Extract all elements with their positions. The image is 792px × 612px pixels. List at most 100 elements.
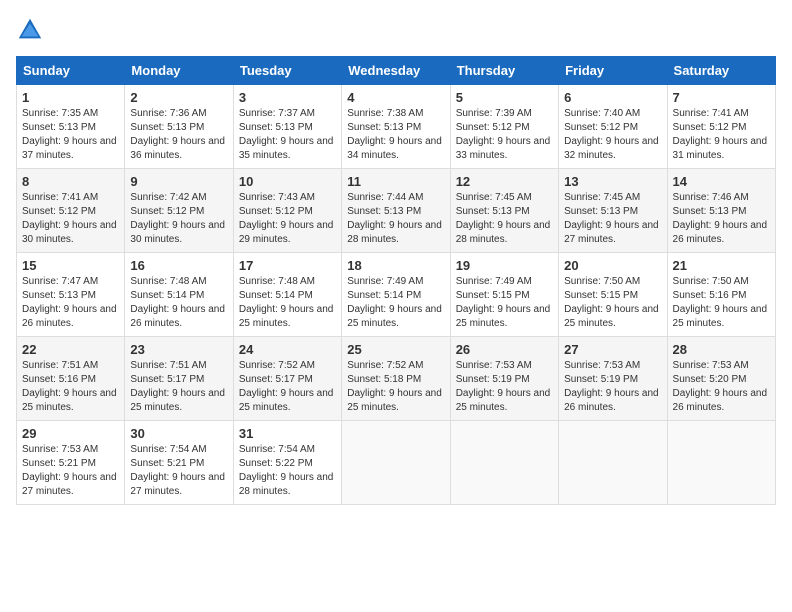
week-row: 8 Sunrise: 7:41 AM Sunset: 5:12 PM Daylig… [17, 169, 776, 253]
day-cell: 29 Sunrise: 7:53 AM Sunset: 5:21 PM Dayli… [17, 421, 125, 505]
logo [16, 16, 48, 44]
day-cell: 20 Sunrise: 7:50 AM Sunset: 5:15 PM Dayli… [559, 253, 667, 337]
day-info: Sunrise: 7:42 AM Sunset: 5:12 PM Dayligh… [130, 191, 227, 247]
day-cell: 5Sunrise: 7:39 AM Sunset: 5:12 PM Daylig… [450, 85, 558, 169]
day-cell: 26 Sunrise: 7:53 AM Sunset: 5:19 PM Dayli… [450, 337, 558, 421]
day-info: Sunrise: 7:53 AM Sunset: 5:20 PM Dayligh… [673, 359, 770, 415]
day-cell: 16 Sunrise: 7:48 AM Sunset: 5:14 PM Dayli… [125, 253, 233, 337]
day-info: Sunrise: 7:48 AM Sunset: 5:14 PM Dayligh… [239, 275, 336, 331]
day-number: 26 [456, 342, 553, 357]
day-cell: 11 Sunrise: 7:44 AM Sunset: 5:13 PM Dayli… [342, 169, 450, 253]
day-info: Sunrise: 7:54 AM Sunset: 5:22 PM Dayligh… [239, 443, 336, 499]
day-info: Sunrise: 7:37 AM Sunset: 5:13 PM Dayligh… [239, 107, 336, 163]
day-info: Sunrise: 7:40 AM Sunset: 5:12 PM Dayligh… [564, 107, 661, 163]
day-number: 31 [239, 426, 336, 441]
weekday-header: Saturday [667, 57, 775, 85]
day-number: 8 [22, 174, 119, 189]
day-info: Sunrise: 7:50 AM Sunset: 5:16 PM Dayligh… [673, 275, 770, 331]
day-info: Sunrise: 7:53 AM Sunset: 5:19 PM Dayligh… [456, 359, 553, 415]
page-header [16, 16, 776, 44]
day-number: 1 [22, 90, 119, 105]
day-cell: 1 Sunrise: 7:35 AM Sunset: 5:13 PM Daylig… [17, 85, 125, 169]
day-number: 22 [22, 342, 119, 357]
weekday-header: Monday [125, 57, 233, 85]
day-cell: 18 Sunrise: 7:49 AM Sunset: 5:14 PM Dayli… [342, 253, 450, 337]
day-cell [667, 421, 775, 505]
day-info: Sunrise: 7:44 AM Sunset: 5:13 PM Dayligh… [347, 191, 444, 247]
day-number: 30 [130, 426, 227, 441]
day-number: 10 [239, 174, 336, 189]
day-number: 20 [564, 258, 661, 273]
day-cell: 28 Sunrise: 7:53 AM Sunset: 5:20 PM Dayli… [667, 337, 775, 421]
day-number: 18 [347, 258, 444, 273]
day-number: 6 [564, 90, 661, 105]
day-number: 17 [239, 258, 336, 273]
day-number: 15 [22, 258, 119, 273]
day-cell [342, 421, 450, 505]
day-cell: 8 Sunrise: 7:41 AM Sunset: 5:12 PM Daylig… [17, 169, 125, 253]
weekday-header-row: SundayMondayTuesdayWednesdayThursdayFrid… [17, 57, 776, 85]
day-info: Sunrise: 7:51 AM Sunset: 5:16 PM Dayligh… [22, 359, 119, 415]
day-number: 3 [239, 90, 336, 105]
day-cell: 21 Sunrise: 7:50 AM Sunset: 5:16 PM Dayli… [667, 253, 775, 337]
day-info: Sunrise: 7:53 AM Sunset: 5:19 PM Dayligh… [564, 359, 661, 415]
day-cell: 4Sunrise: 7:38 AM Sunset: 5:13 PM Daylig… [342, 85, 450, 169]
day-number: 13 [564, 174, 661, 189]
day-number: 21 [673, 258, 770, 273]
day-number: 16 [130, 258, 227, 273]
week-row: 29 Sunrise: 7:53 AM Sunset: 5:21 PM Dayli… [17, 421, 776, 505]
day-info: Sunrise: 7:50 AM Sunset: 5:15 PM Dayligh… [564, 275, 661, 331]
week-row: 1 Sunrise: 7:35 AM Sunset: 5:13 PM Daylig… [17, 85, 776, 169]
day-cell: 6 Sunrise: 7:40 AM Sunset: 5:12 PM Daylig… [559, 85, 667, 169]
day-number: 23 [130, 342, 227, 357]
day-info: Sunrise: 7:36 AM Sunset: 5:13 PM Dayligh… [130, 107, 227, 163]
day-cell: 24Sunrise: 7:52 AM Sunset: 5:17 PM Dayli… [233, 337, 341, 421]
day-info: Sunrise: 7:41 AM Sunset: 5:12 PM Dayligh… [22, 191, 119, 247]
weekday-header: Friday [559, 57, 667, 85]
day-number: 27 [564, 342, 661, 357]
day-cell: 22 Sunrise: 7:51 AM Sunset: 5:16 PM Dayli… [17, 337, 125, 421]
week-row: 15Sunrise: 7:47 AM Sunset: 5:13 PM Dayli… [17, 253, 776, 337]
logo-icon [16, 16, 44, 44]
day-cell: 25 Sunrise: 7:52 AM Sunset: 5:18 PM Dayli… [342, 337, 450, 421]
day-info: Sunrise: 7:35 AM Sunset: 5:13 PM Dayligh… [22, 107, 119, 163]
day-number: 25 [347, 342, 444, 357]
day-cell: 13Sunrise: 7:45 AM Sunset: 5:13 PM Dayli… [559, 169, 667, 253]
day-info: Sunrise: 7:51 AM Sunset: 5:17 PM Dayligh… [130, 359, 227, 415]
day-number: 12 [456, 174, 553, 189]
day-info: Sunrise: 7:43 AM Sunset: 5:12 PM Dayligh… [239, 191, 336, 247]
day-cell: 17 Sunrise: 7:48 AM Sunset: 5:14 PM Dayli… [233, 253, 341, 337]
day-number: 2 [130, 90, 227, 105]
day-cell: 12 Sunrise: 7:45 AM Sunset: 5:13 PM Dayli… [450, 169, 558, 253]
day-info: Sunrise: 7:54 AM Sunset: 5:21 PM Dayligh… [130, 443, 227, 499]
day-number: 14 [673, 174, 770, 189]
day-cell: 9 Sunrise: 7:42 AM Sunset: 5:12 PM Daylig… [125, 169, 233, 253]
day-number: 7 [673, 90, 770, 105]
day-number: 5 [456, 90, 553, 105]
day-number: 9 [130, 174, 227, 189]
day-info: Sunrise: 7:52 AM Sunset: 5:17 PM Dayligh… [239, 359, 336, 415]
weekday-header: Tuesday [233, 57, 341, 85]
day-cell: 7Sunrise: 7:41 AM Sunset: 5:12 PM Daylig… [667, 85, 775, 169]
day-number: 28 [673, 342, 770, 357]
day-info: Sunrise: 7:45 AM Sunset: 5:13 PM Dayligh… [456, 191, 553, 247]
day-cell: 27 Sunrise: 7:53 AM Sunset: 5:19 PM Dayli… [559, 337, 667, 421]
day-cell: 31 Sunrise: 7:54 AM Sunset: 5:22 PM Dayli… [233, 421, 341, 505]
day-info: Sunrise: 7:52 AM Sunset: 5:18 PM Dayligh… [347, 359, 444, 415]
day-info: Sunrise: 7:49 AM Sunset: 5:14 PM Dayligh… [347, 275, 444, 331]
day-cell: 10 Sunrise: 7:43 AM Sunset: 5:12 PM Dayli… [233, 169, 341, 253]
day-number: 11 [347, 174, 444, 189]
day-info: Sunrise: 7:53 AM Sunset: 5:21 PM Dayligh… [22, 443, 119, 499]
day-info: Sunrise: 7:48 AM Sunset: 5:14 PM Dayligh… [130, 275, 227, 331]
day-cell [450, 421, 558, 505]
day-info: Sunrise: 7:46 AM Sunset: 5:13 PM Dayligh… [673, 191, 770, 247]
day-cell: 15Sunrise: 7:47 AM Sunset: 5:13 PM Dayli… [17, 253, 125, 337]
day-cell [559, 421, 667, 505]
weekday-header: Wednesday [342, 57, 450, 85]
day-number: 19 [456, 258, 553, 273]
weekday-header: Sunday [17, 57, 125, 85]
day-cell: 19Sunrise: 7:49 AM Sunset: 5:15 PM Dayli… [450, 253, 558, 337]
day-number: 29 [22, 426, 119, 441]
week-row: 22 Sunrise: 7:51 AM Sunset: 5:16 PM Dayli… [17, 337, 776, 421]
day-cell: 3 Sunrise: 7:37 AM Sunset: 5:13 PM Daylig… [233, 85, 341, 169]
